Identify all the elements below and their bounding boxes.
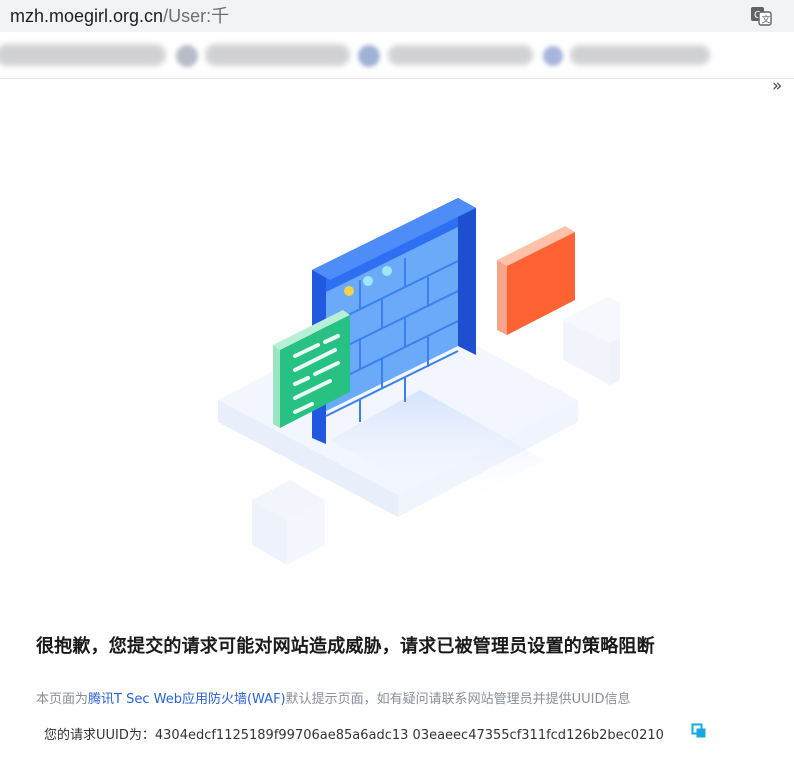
firewall-illustration (218, 198, 620, 565)
waf-product-link[interactable]: 腾讯T Sec Web应用防火墙(WAF) (88, 692, 286, 707)
bookmark-item-2[interactable] (205, 44, 350, 66)
bookmark-favicon-3 (358, 45, 380, 67)
uuid-label: 您的请求UUID为： (44, 728, 155, 743)
url-path: /User:千 (163, 6, 230, 26)
bookmark-item-3[interactable] (388, 45, 533, 65)
uuid-line: 您的请求UUID为：4304edcf1125189f99706ae85a6adc… (44, 724, 664, 743)
cube-left (252, 480, 325, 565)
cube-right (563, 297, 620, 385)
address-bar[interactable]: mzh.moegirl.org.cn/User:千 G 文 (0, 0, 794, 32)
translate-icon[interactable]: G 文 (750, 5, 772, 27)
url-text[interactable]: mzh.moegirl.org.cn/User:千 (10, 4, 229, 28)
url-host: mzh.moegirl.org.cn (10, 6, 164, 26)
svg-text:文: 文 (762, 14, 771, 26)
orange-block (497, 226, 575, 335)
bookmark-favicon-4 (543, 46, 563, 66)
copy-icon[interactable] (691, 723, 707, 739)
note-prefix: 本页面为 (36, 692, 89, 707)
waf-note: 本页面为腾讯T Sec Web应用防火墙(WAF)默认提示页面，如有疑问请联系网… (36, 688, 631, 707)
bookmarks-bar: » (0, 32, 794, 96)
bookmark-item-4[interactable] (570, 45, 710, 65)
note-suffix: 默认提示页面，如有疑问请联系网站管理员并提供UUID信息 (285, 692, 631, 707)
bookmarks-overflow-button[interactable]: » (772, 76, 782, 96)
bookmark-item-1[interactable] (0, 44, 166, 66)
uuid-value[interactable]: 4304edcf1125189f99706ae85a6adc13 03eaeec… (155, 728, 664, 743)
block-headline: 很抱歉，您提交的请求可能对网站造成威胁，请求已被管理员设置的策略阻断 (36, 636, 655, 657)
bookmark-favicon-2 (176, 45, 198, 67)
